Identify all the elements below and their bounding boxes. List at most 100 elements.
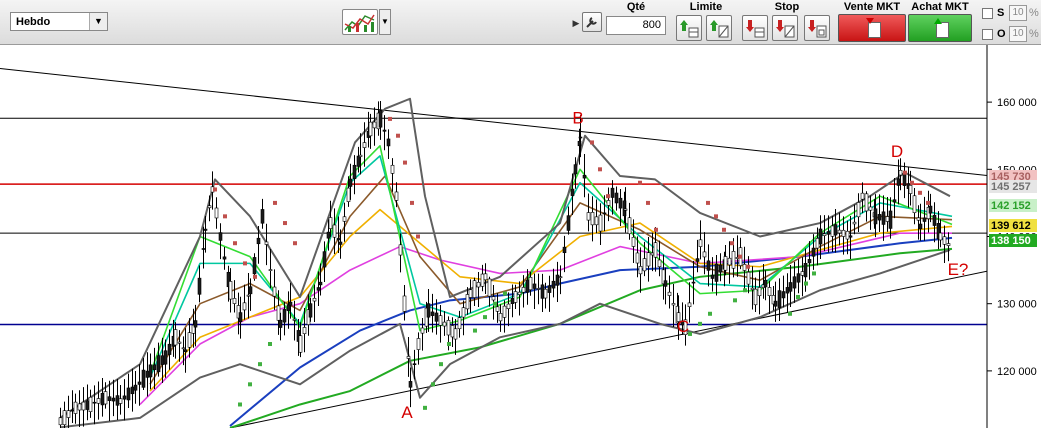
psar-dot-1-7 [447,342,451,347]
candle-body-61 [278,319,283,328]
candle-body-0 [58,417,63,426]
candle-body-175 [687,302,692,308]
candle-body-48 [232,298,237,304]
candle-body-143 [573,164,578,175]
period-select[interactable]: Hebdo ▼ [10,12,108,31]
candle-body-17 [122,395,127,400]
candle-body-228 [881,211,886,225]
candle-body-114 [465,294,470,310]
wave-label-A: A [401,403,413,422]
candle-body-29 [167,343,172,355]
stop-limit-button[interactable] [804,15,830,41]
candle-body-205 [796,273,801,283]
candle-body-237 [912,195,917,214]
candle-body-162 [642,258,647,272]
candle-body-183 [718,264,723,273]
buy-arrow-icon [934,18,949,39]
candle-body-13 [107,396,112,401]
candle-body-3 [70,409,75,412]
price-tag-label-3: 139 612 [991,220,1031,232]
candle-body-128 [517,291,522,295]
candle-body-98 [406,356,411,359]
candle-body-83 [352,164,357,180]
indicator-line-2 [139,232,952,406]
chart-type-dropdown[interactable]: ▼ [379,9,391,35]
limit-sell-button[interactable] [706,15,732,41]
candle-body-222 [860,192,865,200]
candle-body-67 [298,335,303,353]
candle-body-164 [650,252,655,256]
trendline-0 [0,68,1041,182]
psar-dot-0-28 [926,200,930,205]
candle-body-72 [316,287,321,291]
candle-body-113 [461,307,466,318]
sell-mkt-label: Vente MKT [843,1,901,13]
candle-body-74 [322,251,327,268]
buy-market-button[interactable] [908,14,972,42]
psar-dot-0-7 [293,241,297,246]
candle-body-43 [214,207,219,219]
candle-body-80 [342,216,347,222]
candle-body-100 [412,363,417,366]
candle-body-240 [922,217,927,222]
psar-dot-0-24 [746,264,750,269]
candle-body-150 [598,214,603,232]
candle-body-2 [66,410,71,418]
psar-dot-1-8 [473,328,477,333]
chevron-down-icon[interactable]: ▼ [89,13,107,30]
candle-body-6 [81,401,86,411]
candle-body-137 [551,280,556,289]
candle-body-122 [495,306,500,312]
period-value: Hebdo [16,16,51,28]
collapse-arrow-icon[interactable]: ▶ [572,6,580,40]
psar-dot-1-6 [439,362,443,367]
candle-body-148 [590,212,595,226]
candle-body-44 [218,232,223,241]
chart-type-button[interactable] [342,9,378,35]
candle-body-11 [100,393,105,406]
candle-body-181 [710,274,715,279]
candle-body-35 [187,332,192,348]
candle-body-52 [246,294,251,297]
candle-body-243 [932,214,937,226]
candle-body-58 [268,269,273,271]
candle-body-220 [852,221,857,225]
candle-body-230 [888,210,893,229]
candle-body-192 [750,287,755,290]
psar-dot-1-16 [743,288,747,293]
candle-body-146 [582,174,587,179]
candle-body-216 [837,229,842,234]
candle-body-45 [222,256,227,260]
qty-input[interactable]: 800 [606,16,666,35]
stop-label: Stop [774,1,800,13]
candle-body-5 [77,403,82,411]
candle-body-134 [540,284,545,299]
candle-body-203 [788,282,793,292]
o-checkbox[interactable] [982,29,993,40]
candle-body-92 [382,129,387,132]
psar-dot-0-5 [273,200,277,205]
s-checkbox[interactable] [982,8,993,19]
price-chart[interactable]: ABCDE? 120 000130 000140 000150 000160 0… [0,45,1041,428]
stop-sell-button[interactable] [772,15,798,41]
psar-dot-1-3 [268,342,272,347]
candle-body-34 [183,349,188,353]
limit-buy-button[interactable] [676,15,702,41]
stop-buy-button[interactable] [742,15,768,41]
candle-body-124 [502,305,507,318]
candle-body-39 [201,248,206,250]
psar-dot-0-22 [730,241,734,246]
candle-body-130 [525,279,530,293]
o-value-field[interactable]: 10 [1009,26,1027,42]
settings-button[interactable] [582,12,602,32]
s-value-field[interactable]: 10 [1009,5,1027,21]
toolbar: Hebdo ▼ ▼ ▶ Qté 800 Limite Stop Vente MK… [0,0,1041,45]
candle-body-95 [394,191,399,201]
candle-body-200 [777,290,782,309]
candle-body-32 [177,341,182,344]
y-tick-label-4: 160 000 [997,97,1037,109]
psar-dot-1-0 [238,402,242,407]
candle-body-218 [845,230,850,240]
psar-dot-0-1 [223,214,227,219]
sell-market-button[interactable] [838,14,906,42]
